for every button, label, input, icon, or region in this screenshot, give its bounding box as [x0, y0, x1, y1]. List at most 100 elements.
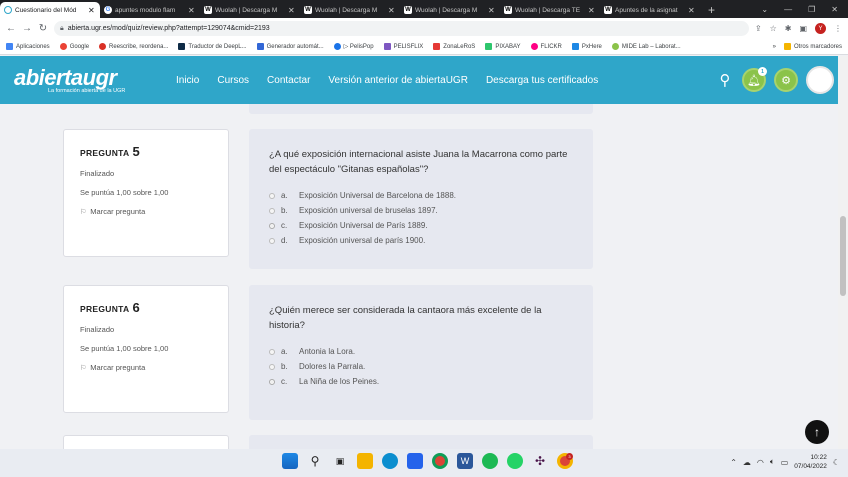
- nav-item-version-anterior[interactable]: Versión anterior de abiertaUGR: [328, 75, 468, 86]
- browser-tab[interactable]: W Wuolah | Descarga M ✕: [400, 2, 500, 18]
- notifications-button[interactable]: 🔔︎ 1: [742, 67, 767, 92]
- bookmark-star-icon[interactable]: ☆: [770, 24, 777, 33]
- search-icon[interactable]: ⚲: [716, 71, 734, 89]
- bookmark-label: Traductor de DeepL...: [188, 43, 247, 50]
- radio-button-selected: [269, 378, 275, 385]
- chrome-active-icon[interactable]: 3: [557, 453, 573, 469]
- tab-search-icon[interactable]: ⌄: [761, 5, 768, 14]
- window-controls: ⌄ — ❐ ✕: [751, 0, 848, 18]
- edge-icon[interactable]: [382, 453, 398, 469]
- slack-icon[interactable]: ✣: [532, 453, 548, 469]
- notifications-icon[interactable]: ☾: [833, 458, 840, 467]
- windows-start-icon[interactable]: [282, 453, 298, 469]
- windows-taskbar: ⚲ ▣ W ✣ 3 ⌃ ☁ ◠ 🔈︎ ▭ 10:22 07/04/2022 ☾: [0, 449, 848, 477]
- browser-toolbar: ← → ↻ 🔒︎ abierta.ugr.es/mod/quiz/review.…: [0, 18, 848, 39]
- close-tab-icon[interactable]: ✕: [488, 6, 496, 15]
- bookmark-label: Reescribe, reordena...: [109, 43, 169, 50]
- extensions-icon[interactable]: ✱: [785, 24, 792, 33]
- site-favicon-icon: [99, 43, 107, 50]
- more-bookmarks-button[interactable]: »: [773, 44, 776, 50]
- cloud-icon[interactable]: ☁: [743, 458, 751, 467]
- share-icon[interactable]: ⇪: [755, 24, 762, 33]
- nav-item-certificados[interactable]: Descarga tus certificados: [486, 75, 598, 86]
- chevron-up-icon[interactable]: ⌃: [730, 458, 737, 467]
- answer-text: Exposición Universal de París 1889.: [299, 221, 428, 230]
- bell-icon: 🔔︎: [747, 74, 761, 87]
- close-tab-icon[interactable]: ✕: [88, 6, 96, 15]
- browser-tab[interactable]: W Wuolah | Descarga TE ✕: [500, 2, 600, 18]
- spotify-icon[interactable]: [482, 453, 498, 469]
- browser-tab[interactable]: G apuntes modulo flam ✕: [100, 2, 200, 18]
- logo-text: abiertaugr: [14, 64, 117, 90]
- nav-item-cursos[interactable]: Cursos: [217, 75, 249, 86]
- scrollbar-thumb[interactable]: [840, 216, 846, 296]
- task-view-icon[interactable]: ▣: [332, 453, 348, 469]
- user-avatar[interactable]: [806, 66, 834, 94]
- bookmark-item[interactable]: PELISFLIX: [383, 43, 423, 50]
- address-bar[interactable]: 🔒︎ abierta.ugr.es/mod/quiz/review.php?at…: [54, 21, 749, 36]
- site-header: abiertaugr La formación abierta de la UG…: [0, 56, 848, 104]
- side-panel-icon[interactable]: ▣: [799, 24, 807, 33]
- word-icon[interactable]: W: [457, 453, 473, 469]
- back-icon[interactable]: ←: [6, 23, 16, 34]
- settings-button[interactable]: ⚙: [774, 68, 798, 92]
- flag-question-button[interactable]: ⚐ Marcar pregunta: [80, 363, 212, 372]
- browser-tab[interactable]: W Wuolah | Descarga M ✕: [300, 2, 400, 18]
- page-scrollbar[interactable]: [838, 56, 848, 449]
- close-tab-icon[interactable]: ✕: [188, 6, 196, 15]
- profile-avatar[interactable]: Y: [815, 23, 826, 34]
- battery-icon[interactable]: ▭: [781, 458, 789, 467]
- other-bookmarks[interactable]: Otros marcadores: [783, 43, 842, 50]
- menu-icon[interactable]: ⋮: [834, 24, 842, 33]
- close-tab-icon[interactable]: ✕: [388, 6, 396, 15]
- bookmark-item[interactable]: PIXABAY: [485, 43, 521, 50]
- bookmark-item[interactable]: PxHere: [571, 43, 602, 50]
- file-explorer-icon[interactable]: [357, 453, 373, 469]
- close-tab-icon[interactable]: ✕: [688, 6, 696, 15]
- browser-tab[interactable]: W Wuolah | Descarga M ✕: [200, 2, 300, 18]
- wuolah-icon: W: [204, 6, 212, 14]
- logo-tagline: La formación abierta de la UGR: [48, 87, 126, 94]
- bookmark-item[interactable]: ZonaLeRoS: [433, 43, 475, 50]
- lock-icon[interactable]: 🔒︎: [60, 25, 64, 33]
- search-icon[interactable]: ⚲: [307, 453, 323, 469]
- bookmark-item[interactable]: Traductor de DeepL...: [178, 43, 247, 50]
- reload-icon[interactable]: ↻: [38, 23, 48, 34]
- bookmark-item[interactable]: ▷ PelisPop: [333, 43, 374, 50]
- chrome-badge: 3: [566, 453, 573, 460]
- store-icon[interactable]: [407, 453, 423, 469]
- whatsapp-icon[interactable]: [507, 453, 523, 469]
- restore-icon[interactable]: ❐: [808, 5, 815, 14]
- bookmark-item[interactable]: MIDE Lab – Laborat...: [611, 43, 681, 50]
- minimize-icon[interactable]: —: [784, 5, 792, 14]
- nav-item-contactar[interactable]: Contactar: [267, 75, 310, 86]
- answer-option: a. Antonia la Lora.: [269, 347, 573, 356]
- bookmark-item[interactable]: Google: [59, 43, 89, 50]
- site-logo[interactable]: abiertaugr La formación abierta de la UG…: [14, 64, 164, 94]
- bookmark-item[interactable]: Aplicaciones: [6, 43, 50, 50]
- clock-date: 07/04/2022: [794, 463, 827, 470]
- browser-tab[interactable]: Cuestionario del Mód ✕: [0, 2, 100, 18]
- answer-letter: b.: [281, 362, 288, 371]
- browser-tab[interactable]: W Apuntes de la asignat ✕: [600, 2, 700, 18]
- back-to-top-button[interactable]: ↑: [805, 420, 829, 444]
- chrome-icon[interactable]: [432, 453, 448, 469]
- bookmark-item[interactable]: FLICKR: [530, 43, 562, 50]
- flag-question-button[interactable]: ⚐ Marcar pregunta: [80, 207, 212, 216]
- tab-label: Apuntes de la asignat: [615, 6, 678, 14]
- bookmark-item[interactable]: Generador automát...: [256, 43, 324, 50]
- wifi-icon[interactable]: ◠: [757, 458, 764, 467]
- wuolah-icon: W: [504, 6, 512, 14]
- forward-icon[interactable]: →: [22, 23, 32, 34]
- close-window-icon[interactable]: ✕: [831, 5, 838, 14]
- new-tab-button[interactable]: +: [700, 2, 723, 18]
- bookmark-label: ZonaLeRoS: [443, 43, 476, 50]
- close-tab-icon[interactable]: ✕: [588, 6, 596, 15]
- tab-label: Wuolah | Descarga M: [315, 6, 378, 14]
- bookmark-item[interactable]: Reescribe, reordena...: [99, 43, 168, 50]
- clock[interactable]: 10:22 07/04/2022: [794, 453, 827, 471]
- volume-icon[interactable]: 🔈︎: [770, 457, 775, 467]
- close-tab-icon[interactable]: ✕: [288, 6, 296, 15]
- radio-button: [269, 207, 275, 214]
- nav-item-inicio[interactable]: Inicio: [176, 75, 199, 86]
